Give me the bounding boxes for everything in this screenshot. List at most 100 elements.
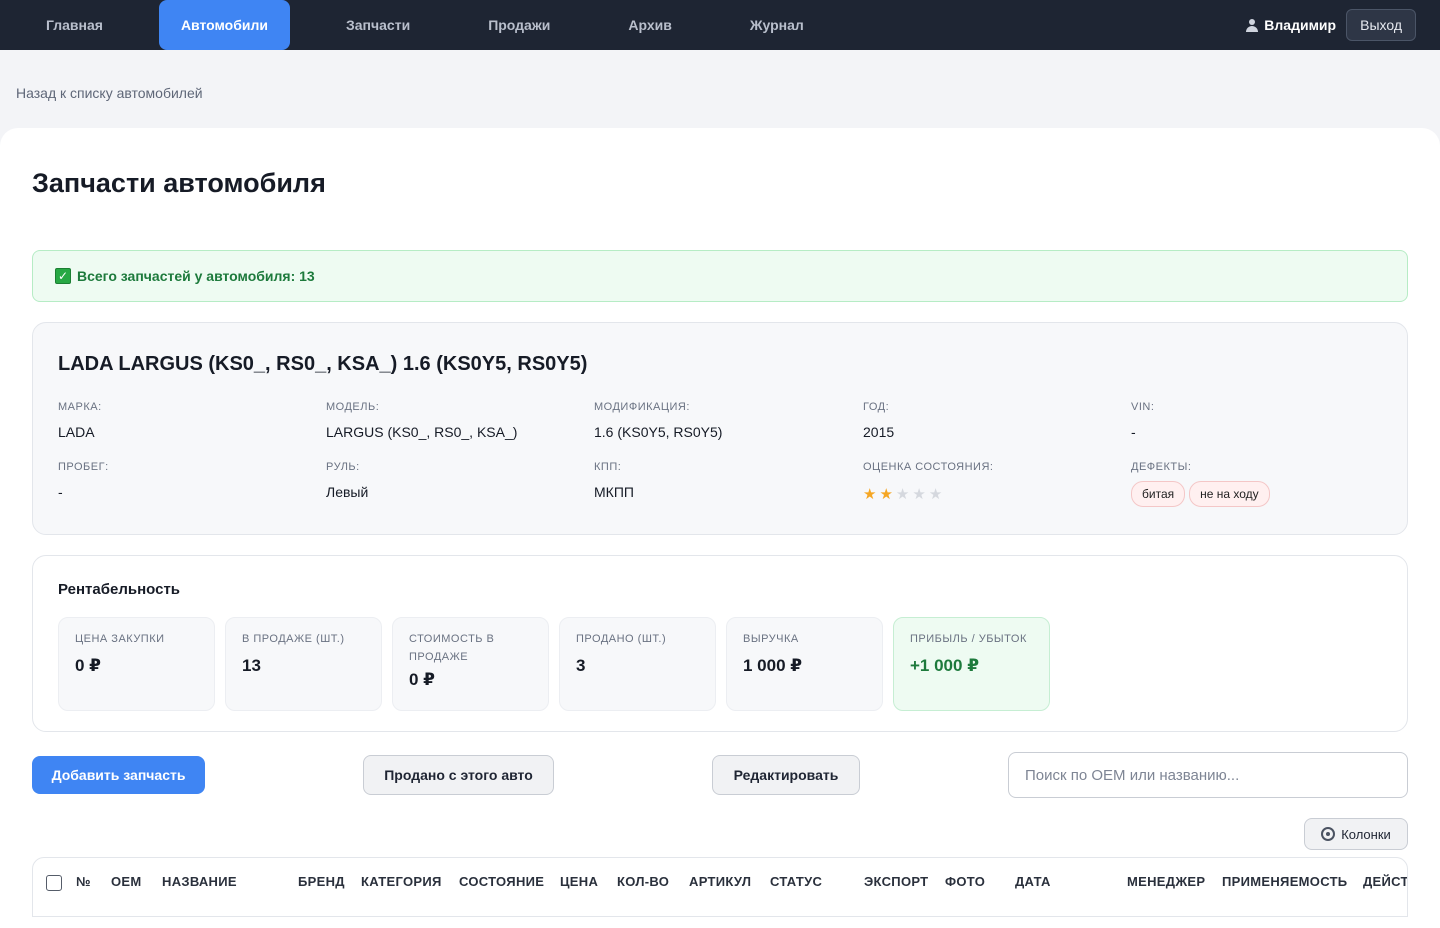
metric-value: +1 000 ₽	[910, 656, 980, 675]
metric-label: СТОИМОСТЬ В ПРОДАЖЕ	[409, 633, 495, 663]
th-oem[interactable]: OEM	[111, 874, 142, 889]
nav-archive[interactable]: Архив	[606, 0, 693, 50]
mileage-label: ПРОБЕГ:	[58, 461, 109, 473]
th-number[interactable]: №	[76, 874, 91, 889]
gearbox-value: МКПП	[594, 484, 634, 500]
metric-on-sale-value: СТОИМОСТЬ В ПРОДАЖЕ 0 ₽	[392, 617, 549, 711]
th-actions[interactable]: ДЕЙСТ	[1363, 874, 1407, 889]
logout-button[interactable]: Выход	[1346, 9, 1416, 41]
metric-label: ПРОДАНО (ШТ.)	[576, 633, 667, 645]
steering-label: РУЛЬ:	[326, 461, 360, 473]
gear-icon	[1321, 827, 1336, 841]
th-price[interactable]: ЦЕНА	[560, 874, 598, 889]
steering-value: Левый	[326, 484, 369, 500]
mileage-value: -	[58, 484, 63, 500]
th-applicability[interactable]: ПРИМЕНЯЕМОСТЬ	[1222, 874, 1347, 889]
star-empty-icon: ★	[928, 486, 943, 503]
nav-sales[interactable]: Продажи	[466, 0, 572, 50]
model-value: LARGUS (KS0_, RS0_, KSA_)	[326, 424, 518, 440]
gearbox-label: КПП:	[594, 461, 622, 473]
field-year: ГОД: 2015	[863, 401, 894, 440]
field-modification: МОДИФИКАЦИЯ: 1.6 (KS0Y5, RS0Y5)	[594, 401, 722, 440]
metric-on-sale-count: В ПРОДАЖЕ (ШТ.) 13	[225, 617, 382, 711]
sold-from-car-button[interactable]: Продано с этого авто	[363, 755, 554, 795]
field-vin: VIN: -	[1131, 401, 1154, 440]
nav-user-area: Владимир Выход	[1246, 0, 1416, 50]
field-steering: РУЛЬ: Левый	[326, 461, 368, 500]
columns-button[interactable]: Колонки	[1304, 818, 1408, 850]
th-condition[interactable]: СОСТОЯНИЕ	[459, 874, 544, 889]
metric-purchase-price: ЦЕНА ЗАКУПКИ 0 ₽	[58, 617, 215, 711]
metric-value: 0 ₽	[409, 670, 436, 689]
th-quantity[interactable]: КОЛ-ВО	[617, 874, 669, 889]
metric-value: 1 000 ₽	[743, 656, 803, 675]
vin-value: -	[1131, 424, 1136, 440]
th-export[interactable]: ЭКСПОРТ	[864, 874, 928, 889]
top-navigation: Главная Автомобили Запчасти Продажи Архи…	[0, 0, 1440, 50]
th-photo[interactable]: ФОТО	[945, 874, 985, 889]
make-label: МАРКА:	[58, 401, 102, 413]
current-user: Владимир	[1246, 17, 1336, 33]
back-to-cars-link[interactable]: Назад к списку автомобилей	[16, 85, 203, 101]
metric-value: 3	[576, 656, 586, 675]
columns-label: Колонки	[1341, 826, 1391, 842]
parts-count-alert: ✓ Всего запчастей у автомобиля: 13	[32, 250, 1408, 302]
metric-profit: ПРИБЫЛЬ / УБЫТОК +1 000 ₽	[893, 617, 1050, 711]
user-name: Владимир	[1264, 17, 1337, 33]
model-label: МОДЕЛЬ:	[326, 401, 380, 413]
th-category[interactable]: КАТЕГОРИЯ	[361, 874, 442, 889]
rating-label: ОЦЕНКА СОСТОЯНИЯ:	[863, 461, 994, 473]
car-info-card: LADA LARGUS (KS0_, RS0_, KSA_) 1.6 (KS0Y…	[32, 322, 1408, 535]
metric-label: В ПРОДАЖЕ (ШТ.)	[242, 633, 345, 645]
year-value: 2015	[863, 424, 895, 440]
metric-label: ПРИБЫЛЬ / УБЫТОК	[910, 633, 1027, 645]
page-title: Запчасти автомобиля	[32, 168, 326, 198]
metric-value: 0 ₽	[75, 656, 102, 675]
field-condition-rating: ОЦЕНКА СОСТОЯНИЯ: ★ ★ ★ ★ ★	[863, 461, 993, 503]
nav-journal[interactable]: Журнал	[728, 0, 826, 50]
defect-tags: битая не на ходу	[1131, 481, 1270, 507]
alert-text: Всего запчастей у автомобиля: 13	[77, 268, 315, 284]
modification-label: МОДИФИКАЦИЯ:	[594, 401, 690, 413]
th-manager[interactable]: МЕНЕДЖЕР	[1127, 874, 1205, 889]
th-article[interactable]: АРТИКУЛ	[689, 874, 751, 889]
edit-button[interactable]: Редактировать	[712, 755, 860, 795]
th-name[interactable]: НАЗВАНИЕ	[162, 874, 237, 889]
nav-parts[interactable]: Запчасти	[324, 0, 432, 50]
metric-sold-count: ПРОДАНО (ШТ.) 3	[559, 617, 716, 711]
nav-home[interactable]: Главная	[24, 0, 125, 50]
user-icon	[1246, 18, 1259, 32]
th-date[interactable]: ДАТА	[1015, 874, 1051, 889]
metric-value: 13	[242, 656, 261, 675]
metric-label: ВЫРУЧКА	[743, 633, 799, 645]
car-title: LADA LARGUS (KS0_, RS0_, KSA_) 1.6 (KS0Y…	[58, 353, 588, 375]
add-part-button[interactable]: Добавить запчасть	[32, 756, 205, 794]
field-make: МАРКА: LADA	[58, 401, 102, 440]
profitability-title: Рентабельность	[58, 581, 181, 598]
defect-tag: не на ходу	[1189, 481, 1270, 507]
th-brand[interactable]: БРЕНД	[298, 874, 345, 889]
select-all-checkbox[interactable]	[46, 875, 62, 891]
main-panel: Запчасти автомобиля ✓ Всего запчастей у …	[0, 128, 1440, 928]
star-filled-icon: ★	[879, 486, 893, 503]
field-gearbox: КПП: МКПП	[594, 461, 634, 500]
defect-tag: битая	[1131, 481, 1186, 507]
field-model: МОДЕЛЬ: LARGUS (KS0_, RS0_, KSA_)	[326, 401, 517, 440]
make-value: LADA	[58, 424, 95, 440]
parts-table-header: № OEM НАЗВАНИЕ БРЕНД КАТЕГОРИЯ СОСТОЯНИЕ…	[32, 857, 1408, 917]
star-filled-icon: ★	[863, 486, 877, 503]
vin-label: VIN:	[1131, 401, 1155, 413]
defects-label: ДЕФЕКТЫ:	[1131, 461, 1192, 473]
check-icon: ✓	[55, 268, 71, 284]
field-mileage: ПРОБЕГ: -	[58, 461, 109, 500]
field-defects: ДЕФЕКТЫ: битая не на ходу	[1131, 461, 1270, 507]
year-label: ГОД:	[863, 401, 890, 413]
search-input[interactable]	[1008, 752, 1408, 798]
nav-cars[interactable]: Автомобили	[158, 0, 290, 50]
star-empty-icon: ★	[912, 486, 926, 503]
th-status[interactable]: СТАТУС	[770, 874, 822, 889]
metric-revenue: ВЫРУЧКА 1 000 ₽	[726, 617, 883, 711]
modification-value: 1.6 (KS0Y5, RS0Y5)	[594, 424, 723, 440]
star-empty-icon: ★	[895, 486, 910, 503]
rating-stars: ★ ★ ★ ★ ★	[863, 485, 993, 503]
